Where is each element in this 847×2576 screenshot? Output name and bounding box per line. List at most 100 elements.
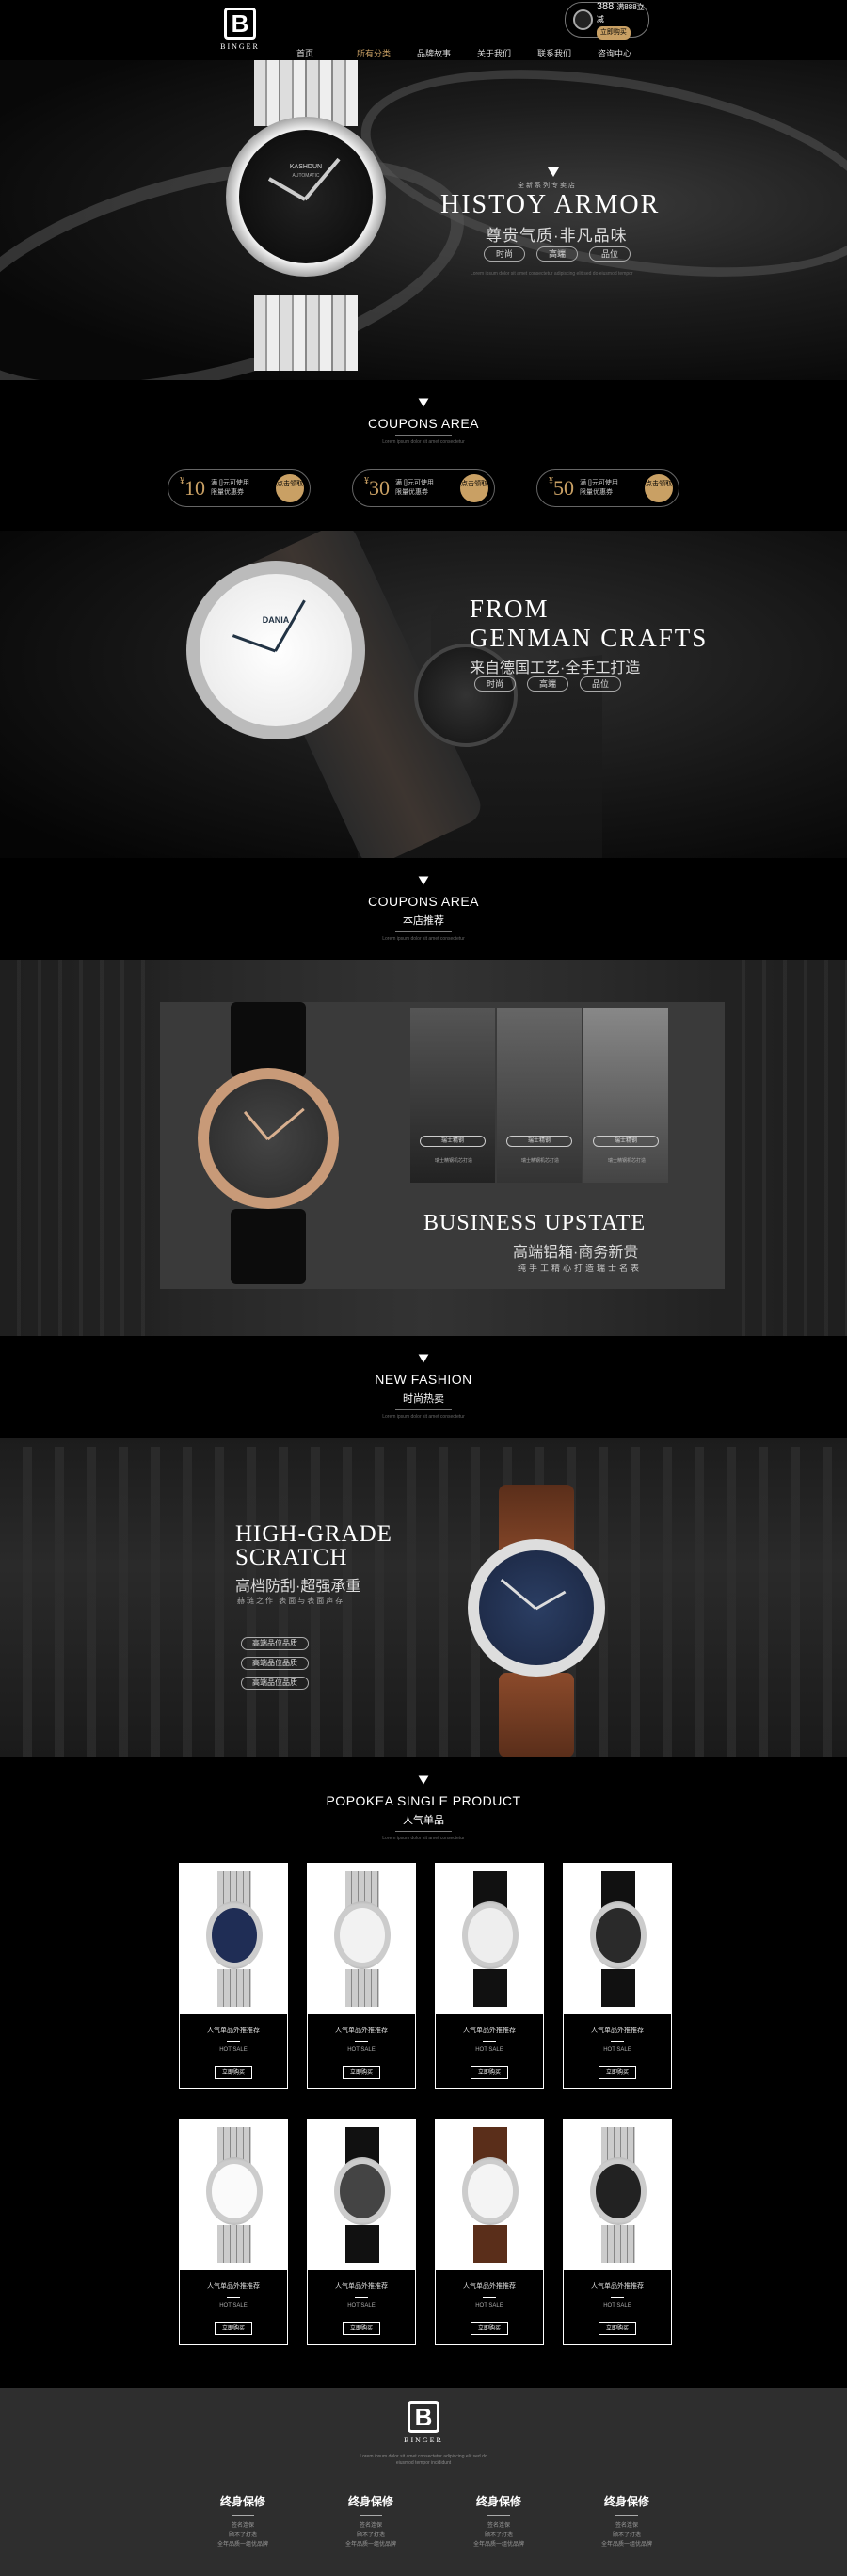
brand-logo[interactable]: B BINGER [216,8,264,51]
nav-item-center[interactable]: 咨询中心 [598,47,658,59]
watch-image [198,1002,339,1284]
product-card[interactable]: 人气单品外推推荐 HOT SALE 立即购买 [435,1863,544,2089]
logo-mark: B [408,2401,439,2433]
product-name: 人气单品外推推荐 [463,2027,516,2034]
nav-item-about[interactable]: 关于我们 [477,47,537,59]
guarantee-line: 全年品质一组优品牌 [344,2542,396,2548]
watch-face [340,2164,385,2218]
coupon-desc: 满 []元可使用 限量优惠券 [211,479,270,498]
nav-item-story[interactable]: 品牌故事 [417,47,477,59]
buy-button[interactable]: 立即购买 [471,2322,508,2335]
product-image[interactable] [564,2120,671,2270]
strap-bottom [499,1673,574,1757]
tag-pill[interactable]: 高端 [527,676,568,692]
tag-pill[interactable]: 时尚 [474,676,516,692]
logo-text: BINGER [404,2436,443,2444]
divider [395,1409,452,1410]
guarantee-line: 顾不了打造 [612,2533,641,2538]
detail-photo[interactable]: 瑞士精钢 瑞士精钢机芯打造 [583,1008,668,1183]
photo-caption: 瑞士精钢机芯打造 [434,1158,472,1164]
nav-item-contact[interactable]: 联系我们 [537,47,598,59]
watch-icon [573,9,593,30]
guarantee-line: 签名连保 [487,2523,510,2529]
tag-pill[interactable]: 品位 [580,676,621,692]
bracelet-bottom [254,295,358,371]
coupon-amount: ¥30 [364,476,390,500]
product-image[interactable] [436,2120,543,2270]
product-card[interactable]: 人气单品外推推荐 HOT SALE 立即购买 [307,2119,416,2345]
tag-pill[interactable]: 高端 [536,246,578,262]
header-promo[interactable]: 388 满888立减 立即购买 [565,1,649,40]
coupon-get-button[interactable]: 点击领取 [276,474,304,502]
divider [615,2515,638,2516]
buy-button[interactable]: 立即购买 [215,2066,252,2079]
product-image[interactable] [308,2120,415,2270]
business-title: BUSINESS UPSTATE [424,1211,647,1235]
hot-sale-label: HOT SALE [347,2047,376,2053]
coupon-get-button[interactable]: 点击领取 [645,474,673,502]
coupon-list: ¥10 满 []元可使用 限量优惠券 点击领取 ¥30 满 []元可使用 限量优惠券… [0,469,847,507]
watch-hand [274,599,306,652]
guarantee-list: 终身保修 签名连保 顾不了打造 全年品质一组优品牌 终身保修 签名连保 顾不了打… [179,2493,691,2550]
buy-button[interactable]: 立即购买 [343,2322,380,2335]
product-image[interactable] [180,1864,287,2014]
divider [395,931,452,932]
guarantee-line: 签名连保 [231,2523,254,2529]
feature-button[interactable]: 高端品位品质 [241,1637,309,1650]
product-image[interactable] [180,2120,287,2270]
band-bottom [601,1969,635,2007]
watch-face: DANIA [200,574,352,726]
product-card[interactable]: 人气单品外推推荐 HOT SALE 立即购买 [179,1863,288,2089]
title-line1: FROM [470,595,550,623]
nav-item-home[interactable]: 首页 [296,47,357,59]
product-image[interactable] [436,1864,543,2014]
business-small: 纯手工精心打造瑞士名表 [518,1264,643,1273]
photo-label: 瑞士精钢 [420,1136,486,1147]
product-card[interactable]: 人气单品外推推荐 HOT SALE 立即购买 [563,2119,672,2345]
main-nav: 首页 所有分类 品牌故事 关于我们 联系我们 咨询中心 [296,47,658,59]
nav-item-categories[interactable]: 所有分类 [357,47,417,59]
watch-brand: KASHDUN [289,164,323,170]
divider [487,2515,510,2516]
tag-pill[interactable]: 品位 [589,246,631,262]
product-name: 人气单品外推推荐 [591,2283,644,2290]
feature-button[interactable]: 高端品位品质 [241,1677,309,1690]
watch-hand [267,177,306,201]
product-card[interactable]: 人气单品外推推荐 HOT SALE 立即购买 [179,2119,288,2345]
building-columns [0,1447,847,1757]
band-bottom [217,1969,251,2007]
section-title: COUPONS AREA [367,894,480,909]
coupon-card[interactable]: ¥10 满 []元可使用 限量优惠券 点击领取 [168,469,311,507]
coupon-card[interactable]: ¥50 满 []元可使用 限量优惠券 点击领取 [536,469,679,507]
guarantee-line: 签名连保 [615,2523,638,2529]
hero-subtitle: 尊贵气质·非凡品味 [486,227,628,245]
coupon-line2: 限量优惠券 [395,489,428,496]
coupon-card[interactable]: ¥30 满 []元可使用 限量优惠券 点击领取 [352,469,495,507]
promo-button[interactable]: 立即购买 [596,25,631,40]
feature-button[interactable]: 高端品位品质 [241,1657,309,1670]
tag-pill[interactable]: 时尚 [484,246,525,262]
coupon-line1: 满 []元可使用 [580,480,618,486]
business-subtitle: 高端铝箱·商务新贵 [513,1245,639,1261]
product-image[interactable] [564,1864,671,2014]
buy-button[interactable]: 立即购买 [343,2066,380,2079]
product-card[interactable]: 人气单品外推推荐 HOT SALE 立即购买 [435,2119,544,2345]
detail-photo[interactable]: 瑞士精钢 瑞士精钢机芯打造 [410,1008,495,1183]
buy-button[interactable]: 立即购买 [599,2322,636,2335]
product-name: 人气单品外推推荐 [591,2027,644,2034]
product-card[interactable]: 人气单品外推推荐 HOT SALE 立即购买 [563,1863,672,2089]
watch-face [209,1079,328,1198]
top-header: B BINGER 首页 所有分类 品牌故事 关于我们 联系我们 咨询中心 388… [0,0,847,60]
buy-button[interactable]: 立即购买 [215,2322,252,2335]
detail-photo[interactable]: 瑞士精钢 瑞士精钢机芯打造 [497,1008,582,1183]
coupon-get-button[interactable]: 点击领取 [460,474,488,502]
business-panel: 瑞士精钢 瑞士精钢机芯打造 瑞士精钢 瑞士精钢机芯打造 瑞士精钢 瑞士精钢机芯打… [160,1002,725,1289]
buy-button[interactable]: 立即购买 [471,2066,508,2079]
buy-button[interactable]: 立即购买 [599,2066,636,2079]
high-grade-small: 赫琏之作 表面与表面声存 [237,1597,345,1605]
section-header: COUPONS AREA 本店推荐 Lorem ipsum dolor sit … [0,858,847,942]
footer-logo[interactable]: B BINGER [400,2401,447,2444]
product-card[interactable]: 人气单品外推推荐 HOT SALE 立即购买 [307,1863,416,2089]
strap-top [231,1002,306,1077]
product-image[interactable] [308,1864,415,2014]
